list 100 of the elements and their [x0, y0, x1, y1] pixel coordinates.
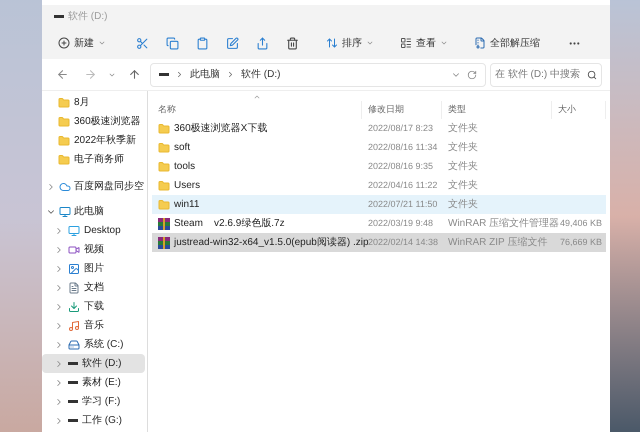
- file-name: tools: [174, 160, 196, 174]
- archive-icon: [158, 218, 170, 230]
- size-cell-text: 49,406 KB: [560, 216, 602, 230]
- file-name: justread-win32-x64_v1.5.0(epub阅读器) .zip: [174, 236, 369, 250]
- file-row[interactable]: Steam v2.6.9绿色版.7z 2022/03/19 9:48 WinRAR 压缩文件管理器49,406 KB: [152, 214, 606, 233]
- date-cell: 2022/08/16 9:35: [368, 160, 434, 171]
- column-header[interactable]: 类型: [442, 101, 552, 119]
- monitor-icon: [68, 224, 80, 236]
- picture-icon: [68, 262, 80, 274]
- sidebar-item[interactable]: 此电脑: [42, 202, 145, 221]
- file-row[interactable]: justread-win32-x64_v1.5.0(epub阅读器) .zip2022/02/14 14:38 WinRAR ZIP 压缩文件 76,669 KB: [152, 233, 606, 252]
- cloud-icon: [59, 180, 71, 192]
- date-cell: 2022/04/16 11:22: [368, 180, 438, 190]
- sidebar-item[interactable]: 视频: [42, 240, 145, 259]
- breadcrumb[interactable]: 此电脑: [190, 67, 220, 82]
- sidebar-item[interactable]: 素材 (E:): [42, 373, 145, 392]
- file-row[interactable]: soft 2022/08/16 11:34 文件夹: [152, 138, 606, 157]
- sidebar-item[interactable]: 学习 (F:): [42, 392, 145, 411]
- sidebar-item[interactable]: 软件 (D:): [42, 354, 145, 373]
- download-icon: [68, 300, 80, 312]
- sort-ascending-icon: [253, 93, 261, 101]
- file-row[interactable]: tools 2022/08/16 9:35 文件夹: [152, 157, 606, 176]
- caret-icon: [366, 39, 374, 47]
- drive-icon: [159, 73, 169, 76]
- column-header[interactable]: 大小: [552, 101, 606, 119]
- type-cell: 文件夹: [448, 161, 478, 172]
- arrow-left-icon: [56, 68, 68, 81]
- folder-icon: [58, 154, 70, 166]
- sort-button[interactable]: 排序: [322, 32, 378, 54]
- column-header[interactable]: 修改日期: [362, 101, 442, 119]
- size-cell-text: 76,669 KB: [560, 236, 602, 249]
- folder-icon: [58, 96, 70, 108]
- list-icon: [400, 37, 412, 49]
- address-bar[interactable]: 此电脑 软件 (D:): [150, 62, 486, 86]
- type-cell: 文件夹: [448, 123, 478, 134]
- folder-icon: [158, 142, 170, 154]
- type-cell: 文件夹: [448, 199, 478, 210]
- archive-icon: [474, 37, 486, 49]
- view-button[interactable]: 查看: [396, 32, 452, 54]
- date-cell: 2022/08/17 8:23: [368, 122, 434, 133]
- column-header[interactable]: 名称: [152, 101, 362, 119]
- archive-icon: [158, 236, 170, 248]
- scissors-icon: [136, 36, 148, 50]
- file-name: soft: [174, 141, 190, 155]
- refresh-icon[interactable]: [467, 70, 477, 80]
- file-name: Steam v2.6.9绿色版.7z: [174, 217, 285, 231]
- sidebar-item[interactable]: 系统 (C:): [42, 335, 145, 354]
- extract-all-button[interactable]: 全部解压缩: [470, 32, 544, 54]
- folder-icon: [58, 116, 70, 128]
- search-field[interactable]: 在 软件 (D:) 中搜索: [490, 62, 602, 86]
- file-row[interactable]: win11 2022/07/21 11:50 文件夹: [152, 195, 606, 214]
- date-cell: 2022/08/16 11:34: [368, 142, 438, 152]
- file-name: 360极速浏览器X下载: [174, 122, 268, 136]
- sidebar-item[interactable]: Desktop: [42, 221, 145, 240]
- sidebar-item[interactable]: 图片: [42, 259, 145, 278]
- type-cell: WinRAR ZIP 压缩文件: [448, 237, 548, 248]
- folder-icon: [158, 180, 170, 192]
- sidebar-item[interactable]: 音乐: [42, 316, 145, 335]
- drive-icon: [68, 400, 78, 403]
- sidebar-item[interactable]: 工作 (G:): [42, 411, 145, 430]
- music-icon: [68, 320, 80, 332]
- monitor-icon: [59, 206, 71, 218]
- type-cell: WinRAR 压缩文件管理器: [448, 218, 560, 229]
- arrow-up-icon: [128, 68, 140, 81]
- drive-icon: [68, 338, 80, 350]
- drive-icon: [54, 14, 64, 18]
- breadcrumb[interactable]: 软件 (D:): [241, 67, 280, 82]
- trash-icon: [286, 36, 298, 50]
- file-row[interactable]: 360极速浏览器X下载 2022/08/17 8:23 文件夹: [152, 119, 606, 138]
- sidebar-item[interactable]: 下载: [42, 297, 145, 316]
- drive-icon: [68, 419, 78, 422]
- clipboard-icon: [196, 36, 208, 50]
- caret-icon: [440, 39, 448, 47]
- new-button[interactable]: 新建: [54, 32, 110, 54]
- chevron-right-icon: [226, 70, 235, 79]
- date-cell: 2022/07/21 11:50: [368, 198, 438, 209]
- sidebar-item[interactable]: 360极速浏览器: [42, 112, 145, 131]
- sidebar-item[interactable]: 8月: [42, 93, 145, 112]
- search-icon: [587, 70, 597, 80]
- chevron-right-icon: [175, 70, 184, 79]
- file-row[interactable]: Users 2022/04/16 11:22 文件夹: [152, 176, 606, 195]
- file-name: Users: [174, 179, 200, 193]
- video-icon: [68, 244, 80, 256]
- folder-icon: [158, 160, 170, 172]
- plus-icon: [58, 37, 70, 49]
- arrow-right-icon: [84, 68, 96, 81]
- sidebar-item[interactable]: 电子商务师: [42, 150, 145, 169]
- sidebar-item[interactable]: 2022年秋季新: [42, 131, 145, 150]
- drive-icon: [68, 362, 78, 365]
- type-cell: 文件夹: [448, 180, 478, 191]
- pen-icon: [226, 36, 238, 50]
- drive-icon: [68, 381, 78, 384]
- copy-icon: [166, 36, 178, 50]
- share-icon: [256, 36, 268, 50]
- sidebar-item[interactable]: 文档: [42, 278, 145, 297]
- document-icon: [68, 282, 80, 294]
- folder-icon: [158, 198, 170, 210]
- date-cell: 2022/02/14 14:38: [368, 236, 438, 247]
- sidebar-item[interactable]: 百度网盘同步空: [42, 177, 145, 196]
- caret-icon: [98, 39, 106, 47]
